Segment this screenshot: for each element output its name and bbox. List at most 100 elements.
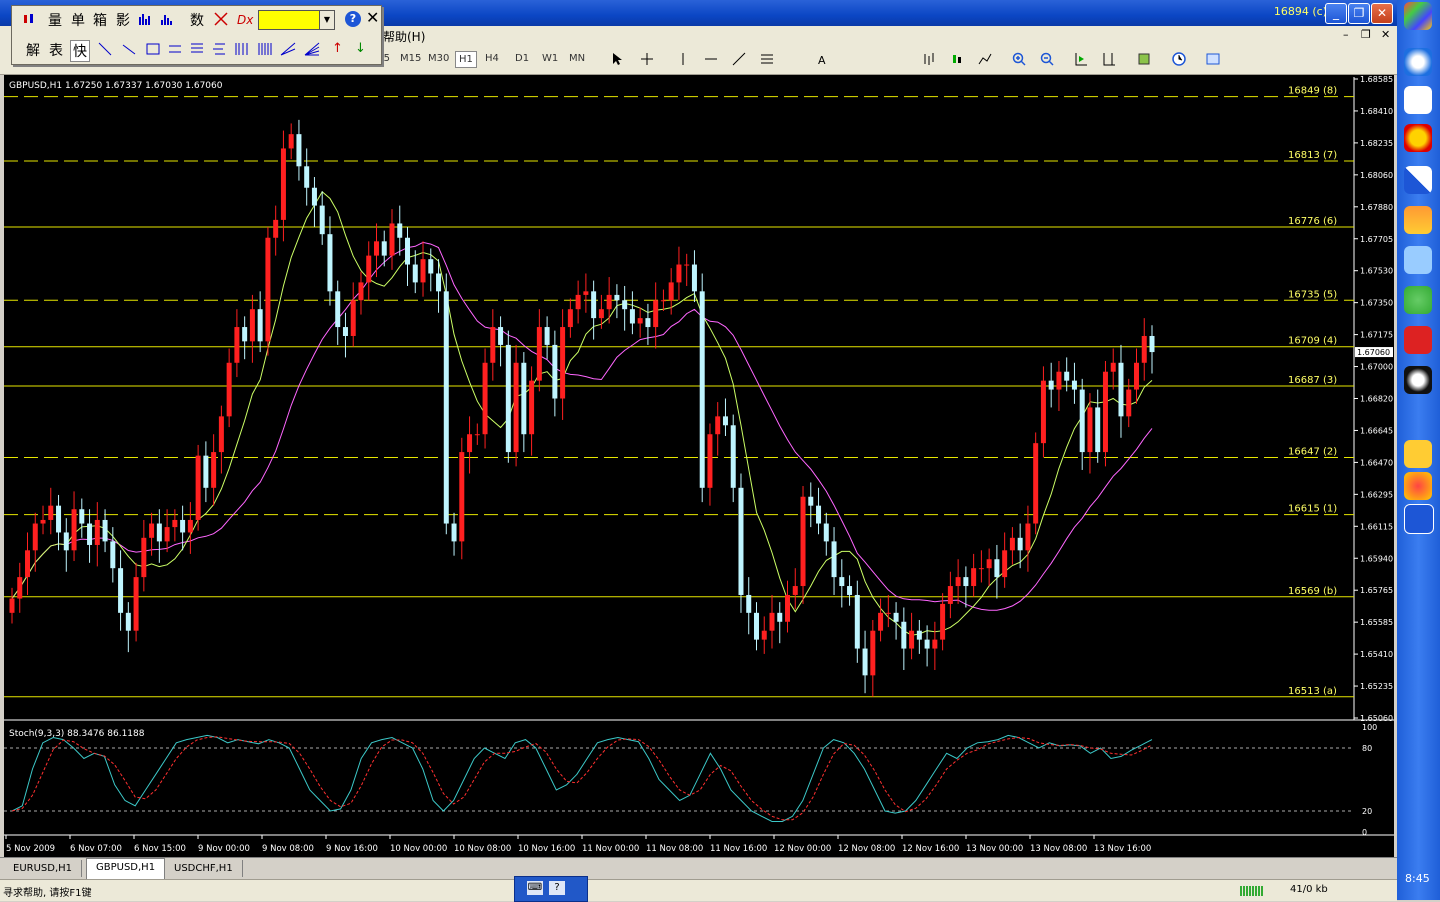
- delete-icon[interactable]: Dx: [236, 11, 254, 27]
- menu-help[interactable]: 帮助(H): [383, 28, 425, 45]
- trendline-icon[interactable]: [732, 52, 746, 66]
- palette-btn-3[interactable]: 箱: [93, 10, 107, 30]
- candle-body: [87, 523, 93, 545]
- tf-h4[interactable]: H4: [482, 51, 502, 66]
- candle-body: [172, 519, 178, 528]
- app-icon-8[interactable]: [1404, 326, 1432, 354]
- help-icon[interactable]: ?: [345, 11, 361, 27]
- palette-btn-5[interactable]: 数: [190, 10, 204, 30]
- candles-icon[interactable]: [22, 12, 36, 26]
- text-tool-icon[interactable]: A: [818, 54, 826, 67]
- bar-chart-icon[interactable]: [922, 52, 936, 66]
- candle-body: [978, 568, 984, 570]
- candle-body: [730, 425, 736, 488]
- minimize-button[interactable]: _: [1325, 3, 1347, 24]
- periods-clock-icon[interactable]: [1172, 52, 1186, 66]
- vertical-line-icon[interactable]: [676, 52, 690, 66]
- palette-btn-2[interactable]: 单: [71, 10, 85, 30]
- cursor-icon[interactable]: [610, 52, 624, 66]
- horizontal-line-icon[interactable]: [704, 52, 718, 66]
- messenger-icon[interactable]: [1404, 286, 1432, 314]
- ie-icon[interactable]: [1404, 48, 1432, 76]
- palette-btn-1[interactable]: 量: [48, 10, 62, 30]
- arrow-down-icon[interactable]: ↓: [355, 41, 366, 56]
- palette-btn-4[interactable]: 影: [116, 10, 130, 30]
- rectangle-tool-icon[interactable]: [146, 42, 160, 56]
- autoscroll-icon[interactable]: [1074, 52, 1088, 66]
- palette-row-2: 解 表 快 ↑ ↓: [12, 36, 381, 62]
- candle-body: [234, 327, 240, 363]
- qq-icon[interactable]: [1404, 366, 1432, 394]
- arrow-up-icon[interactable]: ↑: [332, 41, 343, 56]
- templates-icon[interactable]: [1206, 52, 1220, 66]
- app-icon-4[interactable]: [1404, 166, 1432, 194]
- zoom-in-icon[interactable]: [1012, 52, 1026, 66]
- ray-tool-icon[interactable]: [122, 42, 136, 56]
- restore-button[interactable]: ❐: [1348, 3, 1370, 24]
- cross-icon[interactable]: [214, 12, 228, 26]
- tf-h1[interactable]: H1: [455, 51, 477, 68]
- indicators-icon[interactable]: [1138, 52, 1152, 66]
- color-picker-swatch[interactable]: [258, 10, 320, 30]
- app-icon-11[interactable]: [1404, 472, 1432, 500]
- app-icon-3[interactable]: [1404, 124, 1432, 152]
- candle-body: [971, 568, 977, 587]
- chart-shift-icon[interactable]: [1102, 52, 1116, 66]
- level-label-7: 16615 (1): [1288, 504, 1337, 515]
- tf-d1[interactable]: D1: [512, 51, 532, 66]
- zoom-out-icon[interactable]: [1040, 52, 1054, 66]
- status-bar: 寻求帮助, 请按F1键 41/0 kb: [0, 879, 1397, 901]
- chart-area[interactable]: 16849 (8) 16813 (7) 16776 (6) 16735 (5) 1670…: [4, 75, 1394, 857]
- app-icon-2[interactable]: [1404, 86, 1432, 114]
- candle-body: [785, 594, 791, 622]
- candle-body: [296, 134, 302, 167]
- line-tool-icon[interactable]: [98, 42, 112, 56]
- candle-chart-icon[interactable]: [950, 52, 964, 66]
- cycle-lines-icon[interactable]: [258, 42, 272, 56]
- keyboard-icon[interactable]: ⌨: [527, 881, 543, 895]
- mdi-minimize-button[interactable]: –: [1343, 28, 1349, 41]
- candle-body: [699, 291, 705, 488]
- windows-start-icon[interactable]: [1404, 2, 1432, 30]
- tab-eurusd[interactable]: EURUSD,H1: [4, 860, 83, 877]
- folder-icon[interactable]: [1404, 440, 1432, 468]
- channel-tool-icon[interactable]: [168, 42, 182, 56]
- candle-body: [1040, 380, 1046, 444]
- stoch-tick-label: 20: [1362, 807, 1372, 816]
- tf-m15[interactable]: M15: [397, 51, 424, 66]
- connection-bars-icon: [1240, 886, 1263, 896]
- tf-m30[interactable]: M30: [425, 51, 452, 66]
- palette-btn-8[interactable]: 快: [70, 40, 90, 62]
- gann-fan-icon[interactable]: [304, 42, 320, 56]
- fib-expansion-icon[interactable]: [212, 42, 226, 56]
- fibonacci-icon[interactable]: [760, 52, 774, 66]
- tab-usdchf[interactable]: USDCHF,H1: [165, 860, 243, 877]
- close-button[interactable]: ✕: [1371, 3, 1393, 24]
- color-dropdown-button[interactable]: ▼: [319, 10, 335, 30]
- gann-line-icon[interactable]: [280, 42, 296, 56]
- tf-w1[interactable]: W1: [539, 51, 561, 66]
- volume-icon[interactable]: [160, 12, 174, 26]
- candle-body: [808, 496, 814, 506]
- app-icon-6[interactable]: [1404, 246, 1432, 274]
- mdi-restore-button[interactable]: ❐: [1361, 28, 1371, 41]
- tf-mn[interactable]: MN: [566, 51, 588, 66]
- app-icon-12[interactable]: [1404, 504, 1434, 534]
- line-chart-icon[interactable]: [978, 52, 992, 66]
- level-label-0: 16849 (8): [1288, 86, 1337, 97]
- candle-body: [691, 264, 697, 292]
- ime-help-icon[interactable]: ?: [549, 881, 565, 895]
- palette-close-icon[interactable]: ✕: [366, 8, 379, 27]
- histogram-icon[interactable]: [138, 12, 152, 26]
- palette-btn-7[interactable]: 表: [49, 40, 63, 60]
- palette-btn-6[interactable]: 解: [26, 40, 40, 60]
- price-tick-label: 1.65235: [1360, 682, 1393, 691]
- crosshair-icon[interactable]: [640, 52, 654, 66]
- stoch-tick-label: 100: [1362, 723, 1377, 732]
- tab-gbpusd[interactable]: GBPUSD,H1: [86, 858, 166, 879]
- fib-retrace-icon[interactable]: [190, 42, 204, 56]
- fib-timezones-icon[interactable]: [234, 42, 248, 56]
- traffic-counter: 41/0 kb: [1290, 884, 1328, 895]
- app-icon-5[interactable]: [1404, 206, 1432, 234]
- mdi-close-button[interactable]: ✕: [1381, 28, 1390, 41]
